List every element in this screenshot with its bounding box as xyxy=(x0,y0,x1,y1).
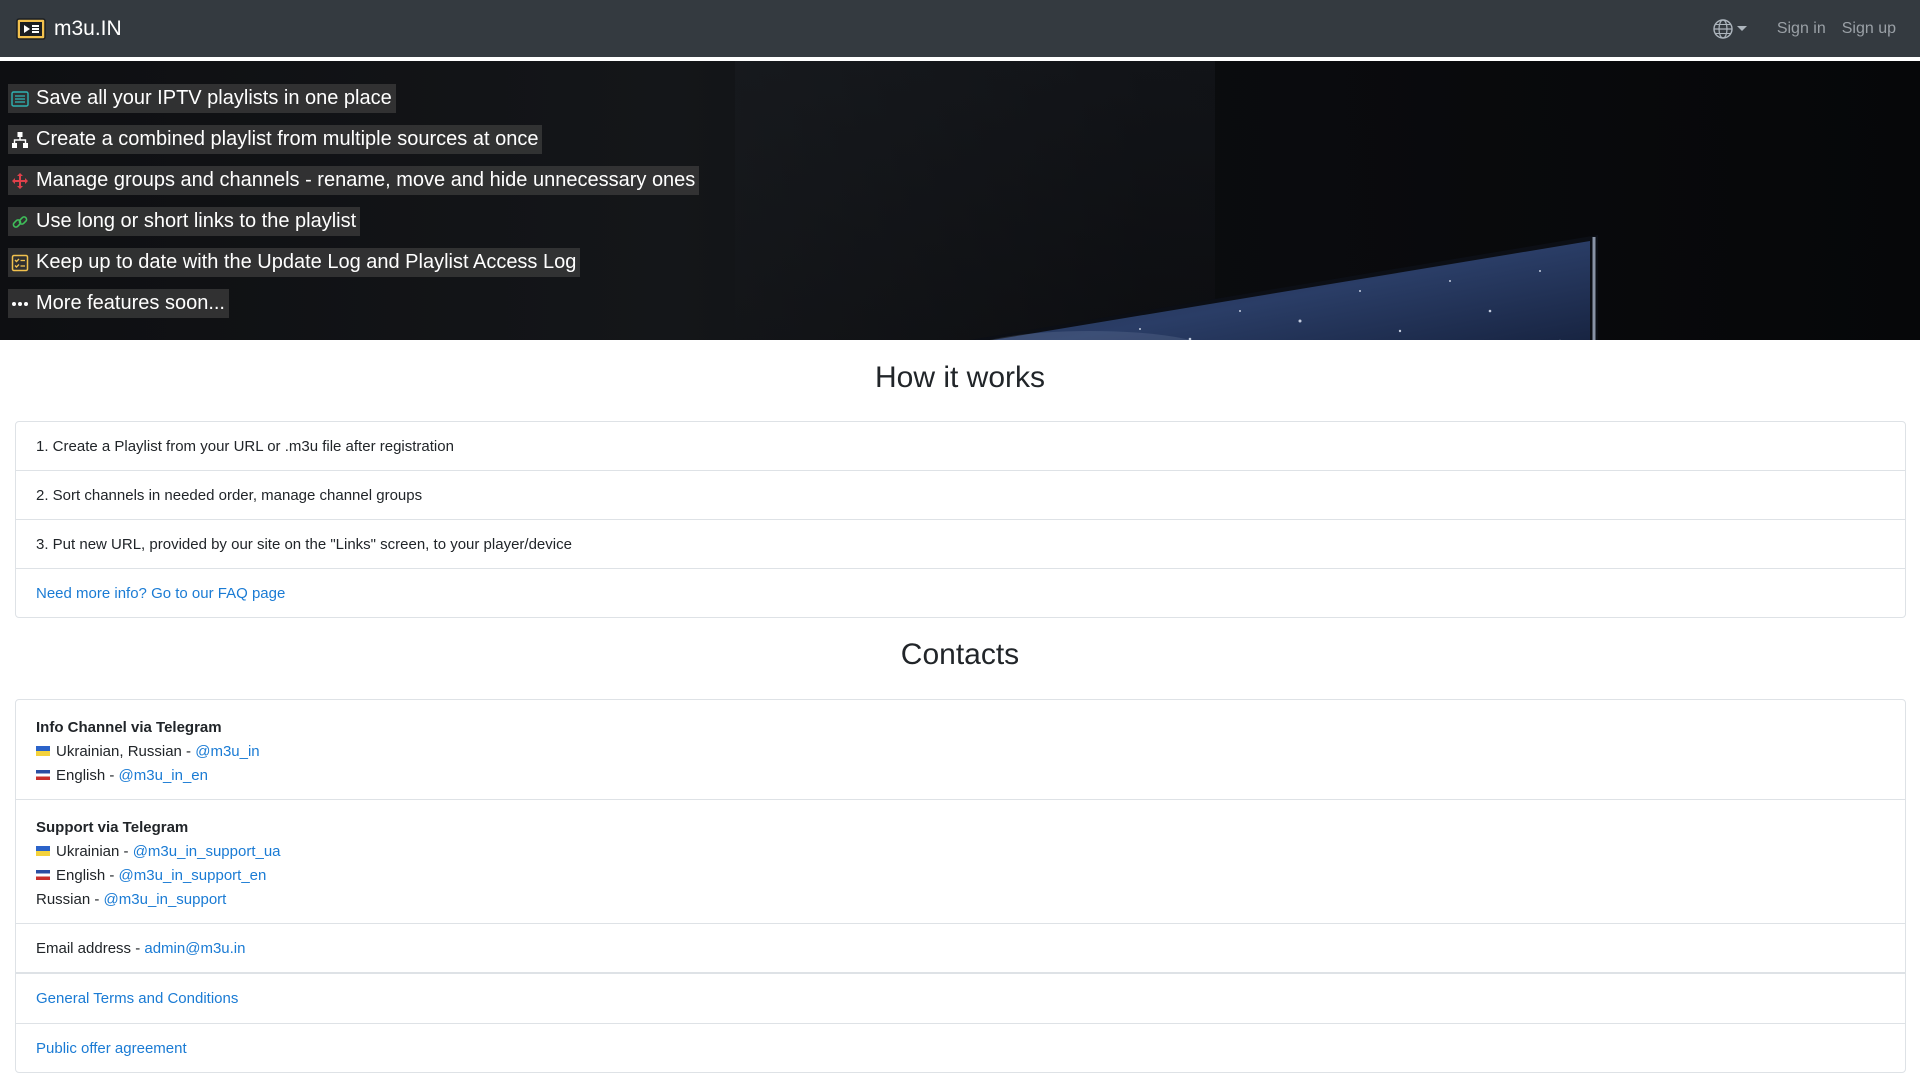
contact-line: English - @m3u_in_en xyxy=(36,763,1885,787)
offer-link[interactable]: Public offer agreement xyxy=(36,1040,187,1057)
step-text: 1. Create a Playlist from your URL or .m… xyxy=(36,437,454,455)
sitemap-icon xyxy=(10,130,30,150)
contact-label: Russian - xyxy=(36,890,104,908)
hero-banner: Save all your IPTV playlists in one plac… xyxy=(0,61,1920,340)
telegram-link[interactable]: @m3u_in_support_en xyxy=(119,867,267,884)
feature-item: Create a combined playlist from multiple… xyxy=(8,125,543,154)
contact-line: English - @m3u_in_support_en xyxy=(36,863,1885,887)
feature-item: Keep up to date with the Update Log and … xyxy=(8,248,581,277)
playlist-icon xyxy=(10,89,30,109)
globe-icon xyxy=(1713,18,1733,39)
email-label: Email address - xyxy=(36,939,145,957)
sign-up-link[interactable]: Sign up xyxy=(1842,20,1896,38)
flag-icon xyxy=(36,746,50,756)
link-icon xyxy=(10,212,30,232)
feature-item: Use long or short links to the playlist xyxy=(8,207,361,236)
feature-item: Manage groups and channels - rename, mov… xyxy=(8,166,700,195)
flag-icon xyxy=(36,770,50,780)
feature-text: More features soon... xyxy=(36,292,225,314)
brand-name: m3u.IN xyxy=(54,16,122,40)
contact-label: English - xyxy=(56,866,119,884)
ellipsis-icon xyxy=(10,294,30,314)
feature-item: More features soon... xyxy=(8,289,229,318)
info-channel-block: Info Channel via Telegram Ukrainian, Rus… xyxy=(16,700,1905,800)
top-navbar: m3u.IN Sign in Sign up xyxy=(0,0,1920,61)
terms-link[interactable]: General Terms and Conditions xyxy=(36,990,238,1007)
flag-icon xyxy=(36,846,50,856)
chevron-down-icon xyxy=(1736,26,1747,31)
contacts-title: Contacts xyxy=(900,638,1020,671)
telegram-link[interactable]: @m3u_in_en xyxy=(119,767,208,784)
language-dropdown[interactable] xyxy=(1712,18,1747,40)
checklist-icon xyxy=(10,253,30,273)
contact-label: Ukrainian - xyxy=(56,842,133,860)
feature-text: Save all your IPTV playlists in one plac… xyxy=(36,87,392,109)
list-item: General Terms and Conditions xyxy=(16,973,1905,1024)
faq-link[interactable]: Need more info? Go to our FAQ page xyxy=(36,585,285,602)
email-link[interactable]: admin@m3u.in xyxy=(144,940,245,957)
move-arrows-icon xyxy=(10,171,30,191)
tv-screen-image xyxy=(969,235,1598,340)
feature-text: Manage groups and channels - rename, mov… xyxy=(36,169,696,191)
feature-text: Use long or short links to the playlist xyxy=(36,210,357,232)
brand-home-link[interactable]: m3u.IN xyxy=(16,17,122,41)
contact-label: Ukrainian, Russian - xyxy=(56,742,196,760)
list-item: 1. Create a Playlist from your URL or .m… xyxy=(16,422,1905,471)
feature-item: Save all your IPTV playlists in one plac… xyxy=(8,84,396,113)
contact-line: Ukrainian - @m3u_in_support_ua xyxy=(36,839,1885,863)
step-text: 3. Put new URL, provided by our site on … xyxy=(36,535,572,553)
info-channel-heading: Info Channel via Telegram xyxy=(36,718,222,736)
how-it-works-title: How it works xyxy=(874,361,1046,394)
contact-line: Russian - @m3u_in_support xyxy=(36,887,1885,911)
telegram-link[interactable]: @m3u_in xyxy=(195,743,259,760)
feature-text: Keep up to date with the Update Log and … xyxy=(36,251,577,273)
feature-list: Save all your IPTV playlists in one plac… xyxy=(8,84,700,330)
tv-logo-icon xyxy=(16,17,46,40)
list-item: 2. Sort channels in needed order, manage… xyxy=(16,471,1905,520)
support-block: Support via Telegram Ukrainian - @m3u_in… xyxy=(16,800,1905,924)
sign-in-link[interactable]: Sign in xyxy=(1777,20,1826,38)
support-heading: Support via Telegram xyxy=(36,818,189,836)
telegram-link[interactable]: @m3u_in_support xyxy=(104,891,227,908)
navbar-right: Sign in Sign up xyxy=(1712,18,1896,40)
email-item: Email address - admin@m3u.in xyxy=(16,924,1905,973)
flag-icon xyxy=(36,870,50,880)
list-item: 3. Put new URL, provided by our site on … xyxy=(16,520,1905,569)
list-item: Need more info? Go to our FAQ page xyxy=(16,569,1905,617)
how-it-works-list: 1. Create a Playlist from your URL or .m… xyxy=(15,421,1906,618)
contacts-list: Info Channel via Telegram Ukrainian, Rus… xyxy=(15,699,1906,1073)
feature-text: Create a combined playlist from multiple… xyxy=(36,128,539,150)
step-text: 2. Sort channels in needed order, manage… xyxy=(36,486,423,504)
contact-label: English - xyxy=(56,766,119,784)
contact-line: Ukrainian, Russian - @m3u_in xyxy=(36,739,1885,763)
telegram-link[interactable]: @m3u_in_support_ua xyxy=(133,843,281,860)
list-item: Public offer agreement xyxy=(16,1024,1905,1072)
